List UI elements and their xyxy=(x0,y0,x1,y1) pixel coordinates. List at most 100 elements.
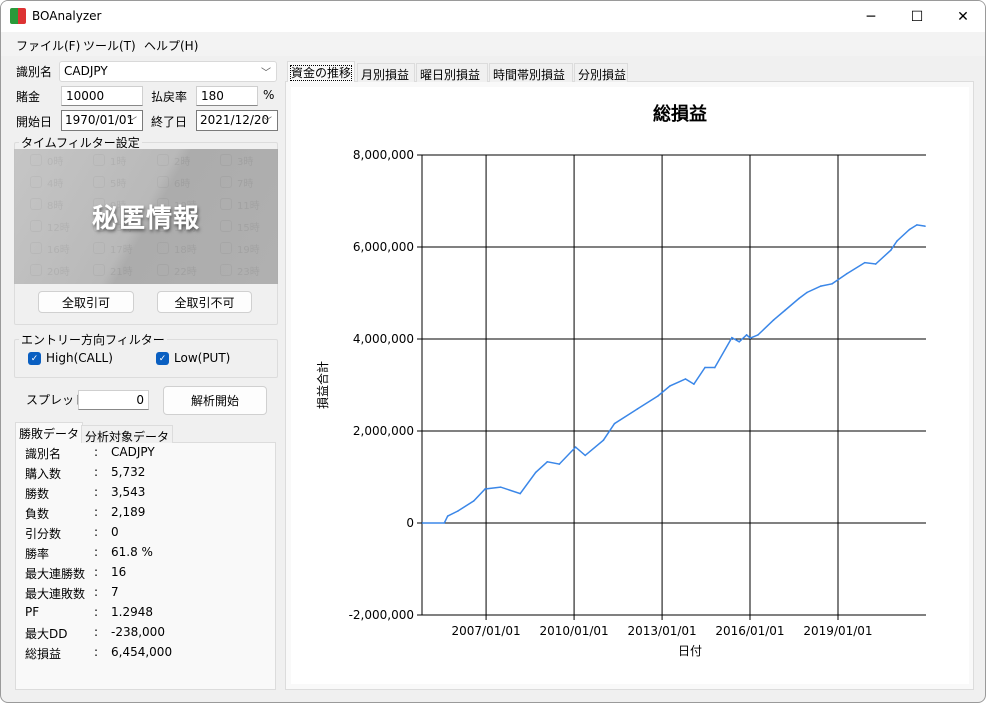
data-point xyxy=(574,446,577,448)
maximize-button[interactable]: ☐ xyxy=(894,1,940,32)
chevron-down-icon: ﹀ xyxy=(261,68,271,79)
chart-tab-label: 曜日別損益 xyxy=(420,68,481,82)
stat-value: 0 xyxy=(111,525,119,539)
y-tick-label: 8,000,000 xyxy=(353,148,414,162)
stat-value: 6,454,000 xyxy=(111,645,173,659)
chart-tab-label: 分別損益 xyxy=(578,68,627,82)
data-point xyxy=(546,461,549,463)
app-window: BOAnalyzer ─ ☐ ✕ ファイル(F) ツール(T) ヘルプ(H) 識… xyxy=(0,0,986,703)
run-analysis-button[interactable]: 解析開始 xyxy=(163,386,267,415)
data-point xyxy=(738,340,741,343)
data-point xyxy=(421,522,424,524)
chart-area: 総損益 -2,000,000 0 2,000,000 4,000,000 6,000,00… xyxy=(291,87,969,684)
close-button[interactable]: ✕ xyxy=(940,1,985,32)
chart-tab[interactable]: 曜日別損益 xyxy=(416,63,488,82)
tab-analysis-data[interactable]: 分析対象データ xyxy=(81,425,174,444)
data-point xyxy=(924,225,926,227)
data-point xyxy=(916,224,918,226)
menu-help[interactable]: ヘルプ(H) xyxy=(144,37,198,54)
data-point xyxy=(499,486,502,488)
data-point xyxy=(534,471,537,474)
y-tick-label: 2,000,000 xyxy=(353,424,414,438)
symbol-label: 識別名 xyxy=(16,65,53,79)
all-trades-off-button[interactable]: 全取引不可 xyxy=(157,291,252,313)
entry-filter-title: エントリー方向フィルター xyxy=(19,331,167,348)
stat-label: 勝数 xyxy=(25,487,50,501)
data-point xyxy=(831,283,833,285)
chart-title: 総損益 xyxy=(653,103,707,125)
bet-input[interactable]: 10000 xyxy=(61,86,143,106)
stat-label: 総損益 xyxy=(25,647,62,661)
data-point xyxy=(757,334,759,336)
y-tick-label: 6,000,000 xyxy=(353,240,414,254)
minimize-button[interactable]: ─ xyxy=(848,1,894,32)
data-point xyxy=(519,492,521,495)
end-date-value: 2021/12/20 xyxy=(200,113,270,127)
bet-label: 賭金 xyxy=(16,90,41,104)
data-point xyxy=(798,297,800,300)
menu-file[interactable]: ファイル(F) xyxy=(16,37,80,54)
data-point xyxy=(745,334,748,336)
spread-input[interactable]: 0 xyxy=(78,390,149,410)
check-icon: ✓ xyxy=(158,353,167,364)
stat-separator: : xyxy=(94,565,99,579)
data-point xyxy=(472,500,475,502)
symbol-select[interactable]: CADJPY ﹀ xyxy=(59,61,277,82)
stat-value: 3,543 xyxy=(111,485,146,499)
start-date-label: 開始日 xyxy=(16,115,53,129)
stat-label: 引分数 xyxy=(25,527,62,541)
stat-label: 識別名 xyxy=(25,447,62,461)
spread-label: スプレッド xyxy=(26,393,87,407)
equity-line xyxy=(422,224,926,524)
payout-input[interactable]: 180 xyxy=(196,86,258,106)
stat-separator: : xyxy=(94,485,99,499)
stat-separator: : xyxy=(94,625,99,639)
stat-label: 最大DD xyxy=(25,627,68,641)
payout-label: 払戻率 xyxy=(151,90,188,104)
payout-unit: % xyxy=(263,88,275,102)
app-icon xyxy=(10,8,26,24)
data-point xyxy=(669,385,671,387)
chart-tab[interactable]: 資金の推移 xyxy=(287,61,355,82)
check-icon: ✓ xyxy=(30,353,39,364)
menu-tools[interactable]: ツール(T) xyxy=(83,37,136,54)
end-date-picker[interactable]: 2021/12/20 ﹀ xyxy=(196,110,278,131)
data-point xyxy=(684,378,687,380)
chart-tab[interactable]: 時間帯別損益 xyxy=(489,63,573,82)
x-tick-label: 2019/01/01 xyxy=(803,624,872,638)
data-point xyxy=(446,515,449,517)
stat-separator: : xyxy=(94,545,99,559)
stat-value: 16 xyxy=(111,565,127,579)
data-point xyxy=(784,309,786,312)
data-point xyxy=(890,249,892,252)
high-call-checkbox[interactable]: ✓ xyxy=(28,352,41,365)
x-tick-label: 2013/01/01 xyxy=(627,624,696,638)
chevron-down-icon: ﹀ xyxy=(262,117,272,128)
data-point xyxy=(772,319,775,321)
stat-separator: : xyxy=(94,525,99,539)
tab-win-loss-data[interactable]: 勝敗データ xyxy=(15,422,84,443)
data-point xyxy=(636,408,639,410)
all-trades-on-button[interactable]: 全取引可 xyxy=(38,291,134,313)
symbol-value: CADJPY xyxy=(64,64,108,78)
start-date-picker[interactable]: 1970/01/01 ﹀ xyxy=(61,110,143,131)
confidential-text: 秘匿情報 xyxy=(91,204,200,234)
data-point xyxy=(457,510,459,512)
data-point xyxy=(693,383,695,385)
stat-separator: : xyxy=(94,505,99,519)
data-point xyxy=(704,366,706,369)
chart-tab-label: 資金の推移 xyxy=(289,65,353,81)
stat-value: 5,732 xyxy=(111,465,146,479)
stat-value: 1.2948 xyxy=(111,605,153,619)
menu-bar: ファイル(F) ツール(T) ヘルプ(H) xyxy=(1,32,985,56)
stat-label: 最大連敗数 xyxy=(25,587,86,601)
stat-separator: : xyxy=(94,465,99,479)
data-point xyxy=(484,488,486,490)
chart-tab[interactable]: 分別損益 xyxy=(574,63,628,82)
chart-tab[interactable]: 月別損益 xyxy=(357,63,415,82)
low-put-checkbox[interactable]: ✓ xyxy=(156,352,169,365)
stat-value: CADJPY xyxy=(111,445,155,459)
equity-chart: 総損益 -2,000,000 0 2,000,000 4,000,000 6,000,00… xyxy=(315,103,926,658)
chevron-down-icon: ﹀ xyxy=(127,117,137,128)
y-axis-label: 損益合計 xyxy=(315,361,330,409)
